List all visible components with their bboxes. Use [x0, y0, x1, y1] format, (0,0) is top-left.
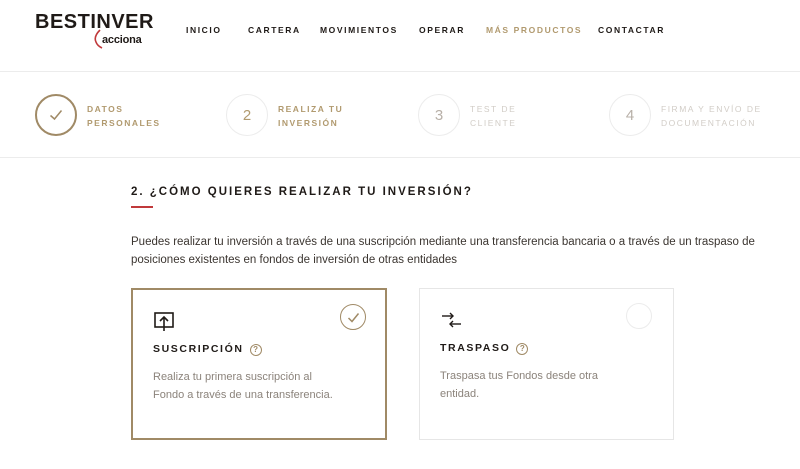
option-description: Realiza tu primera suscripción al Fondo … [153, 371, 333, 401]
nav-item-mas-productos[interactable]: MÁS PRODUCTOS [486, 25, 582, 35]
upload-screen-icon [154, 312, 174, 331]
section-description: Puedes realizar tu inversión a través de… [131, 236, 755, 266]
nav-item-contactar[interactable]: CONTACTAR [598, 25, 665, 35]
brand-sub: acciona [102, 34, 142, 46]
nav-item-inicio[interactable]: INICIO [186, 25, 222, 35]
option-card-suscripcion[interactable]: SUSCRIPCIÓN? Realiza tu primera suscripc… [131, 288, 387, 440]
help-icon[interactable]: ? [516, 342, 529, 355]
step-label: REALIZA TU INVERSIÓN [278, 104, 344, 128]
section-title: 2. ¿CÓMO QUIERES REALIZAR TU INVERSIÓN? [131, 186, 473, 198]
option-description: Traspasa tus Fondos desde otra entidad. [440, 370, 598, 400]
step-complete-check-icon [35, 94, 77, 136]
selected-check-icon[interactable] [340, 304, 366, 330]
bestinver-logo[interactable]: BESTINVER acciona [35, 11, 155, 51]
step-label: TEST DE CLIENTE [470, 104, 517, 128]
step-label: DATOS PERSONALES [87, 104, 161, 128]
step-number: 2 [226, 94, 268, 136]
help-icon[interactable]: ? [249, 343, 262, 356]
nav-item-cartera[interactable]: CARTERA [248, 25, 301, 35]
nav-item-movimientos[interactable]: MOVIMIENTOS [320, 25, 398, 35]
title-underline [131, 206, 153, 208]
step-label: FIRMA Y ENVÍO DE DOCUMENTACIÓN [661, 104, 762, 128]
option-title: SUSCRIPCIÓN? [153, 343, 262, 356]
transfer-arrows-icon [442, 312, 461, 328]
option-title: TRASPASO? [440, 342, 529, 355]
step-number: 3 [418, 94, 460, 136]
unselected-radio-icon[interactable] [626, 303, 652, 329]
progress-stepper: DATOS PERSONALES 2 REALIZA TU INVERSIÓN 3 … [0, 72, 800, 158]
step-number: 4 [609, 94, 651, 136]
nav-item-operar[interactable]: OPERAR [419, 25, 465, 35]
option-card-traspaso[interactable]: TRASPASO? Traspasa tus Fondos desde otra… [419, 288, 674, 440]
header: BESTINVER acciona INICIO CARTERA MOVIMIE… [0, 0, 800, 72]
